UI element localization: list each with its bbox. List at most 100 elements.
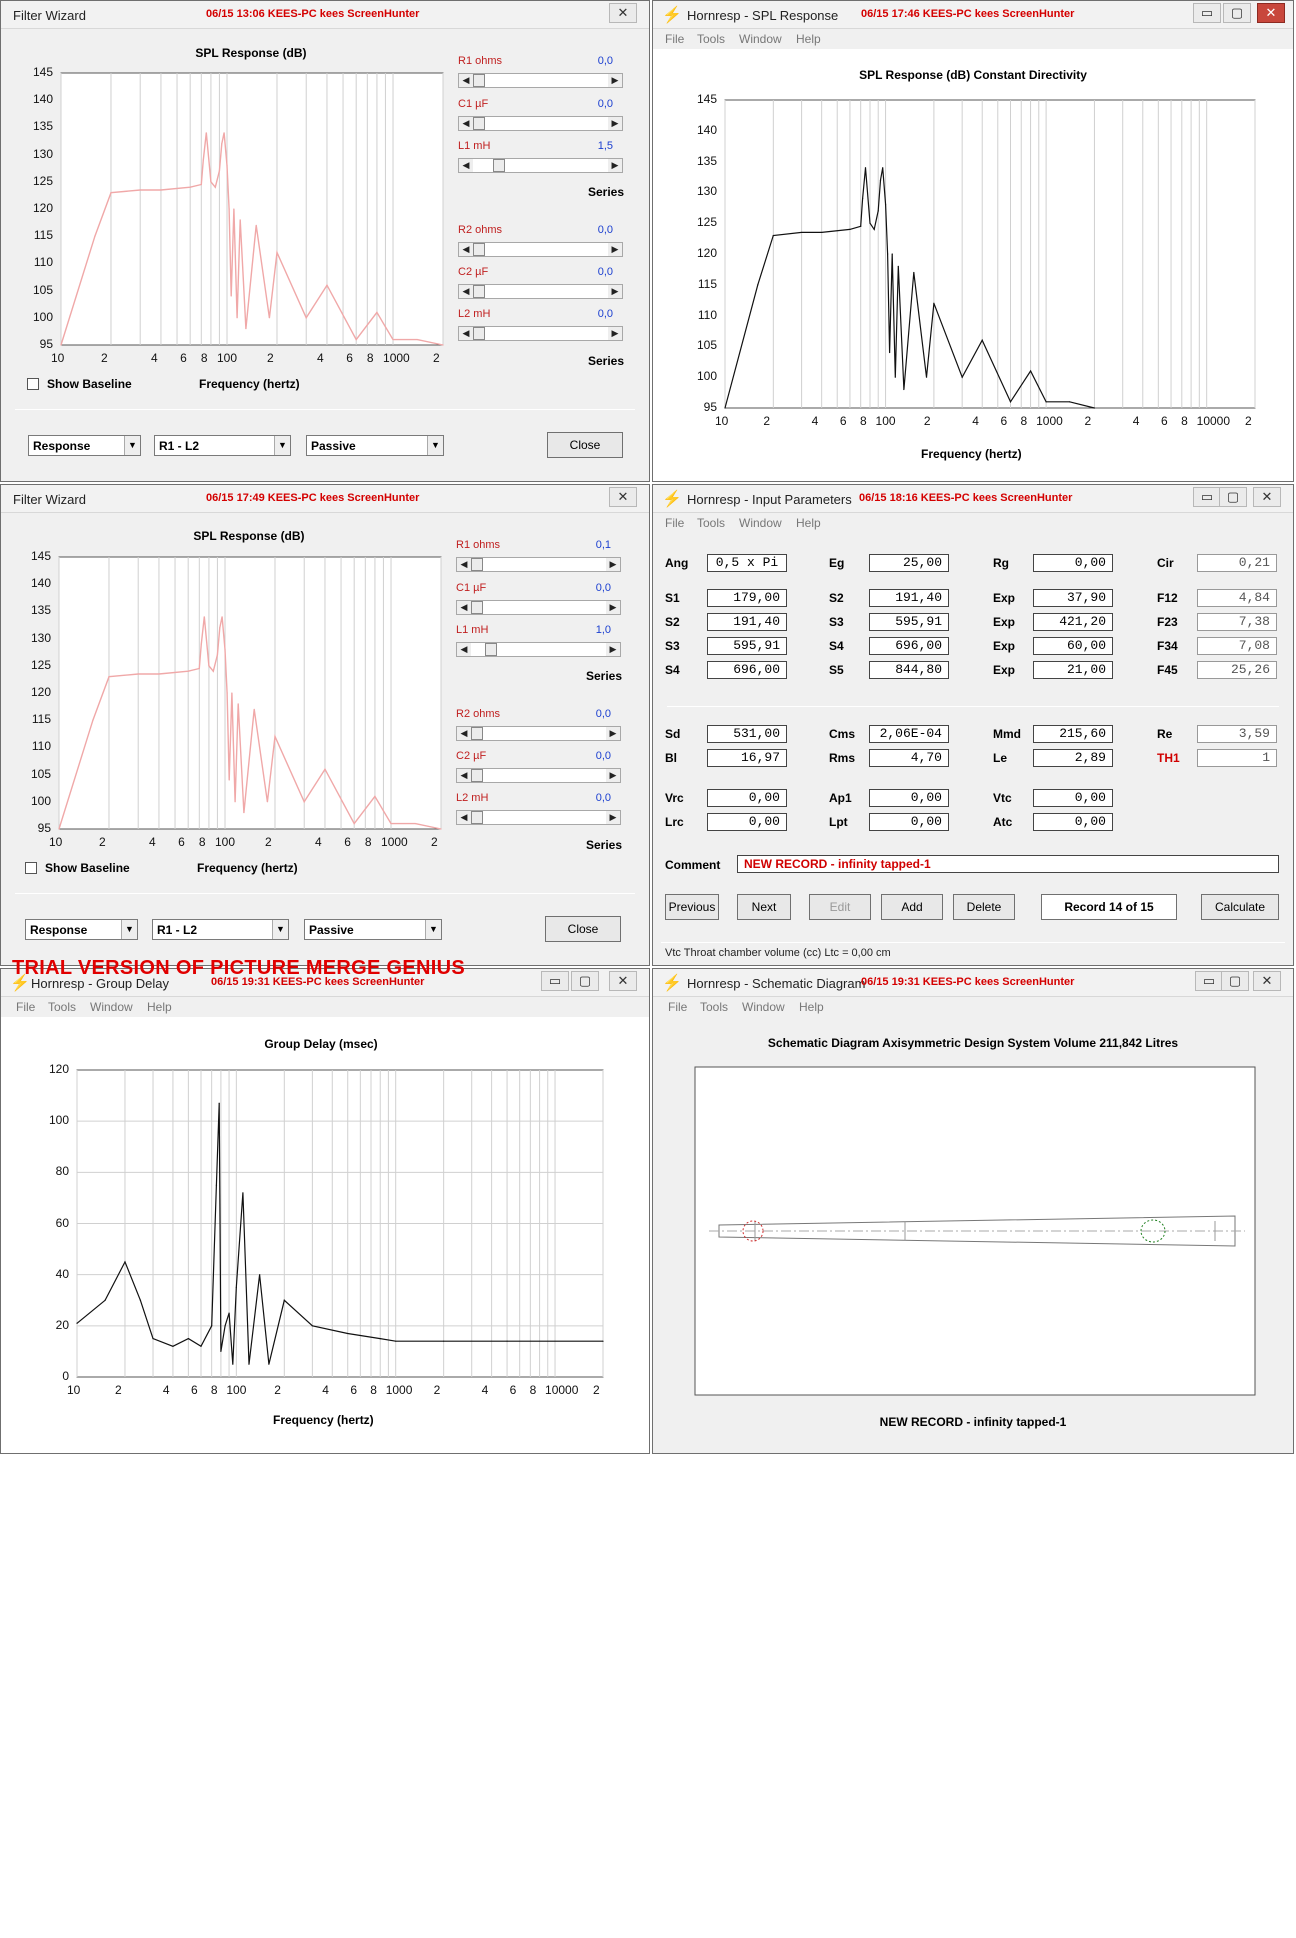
component-select[interactable]: R1 - L2 ▼: [152, 919, 289, 940]
slider-right-arrow-icon[interactable]: ▶: [606, 769, 620, 782]
param-field-vrc[interactable]: 0,00: [707, 789, 787, 807]
param-field-atc[interactable]: 0,00: [1033, 813, 1113, 831]
close-icon[interactable]: ✕: [609, 3, 637, 23]
param-field-lpt[interactable]: 0,00: [869, 813, 949, 831]
param-field-f23[interactable]: 7,38: [1197, 613, 1277, 631]
title-bar[interactable]: ⚡ Hornresp - SPL Response 06/15 17:46 KE…: [653, 1, 1293, 29]
slider-thumb[interactable]: [471, 811, 483, 824]
title-bar[interactable]: ⚡ Hornresp - Input Parameters 06/15 18:1…: [653, 485, 1293, 513]
slider-left-arrow-icon[interactable]: ◀: [459, 74, 473, 87]
response-select[interactable]: Response ▼: [25, 919, 138, 940]
slider-right-arrow-icon[interactable]: ▶: [606, 727, 620, 740]
param-field-s1[interactable]: 179,00: [707, 589, 787, 607]
slider-thumb[interactable]: [473, 327, 485, 340]
param-field-th1[interactable]: 1: [1197, 749, 1277, 767]
slider-left-arrow-icon[interactable]: ◀: [459, 285, 473, 298]
slider-4[interactable]: ◀ ▶: [456, 768, 621, 783]
slider-right-arrow-icon[interactable]: ▶: [608, 285, 622, 298]
slider-3[interactable]: ◀ ▶: [456, 726, 621, 741]
slider-2[interactable]: ◀ ▶: [458, 158, 623, 173]
component-select[interactable]: R1 - L2 ▼: [154, 435, 291, 456]
param-field-s2[interactable]: 191,40: [869, 589, 949, 607]
maximize-icon[interactable]: ▢: [571, 971, 599, 991]
param-field-le[interactable]: 2,89: [1033, 749, 1113, 767]
param-field-ap1[interactable]: 0,00: [869, 789, 949, 807]
response-select[interactable]: Response ▼: [28, 435, 141, 456]
param-field-f12[interactable]: 4,84: [1197, 589, 1277, 607]
filter-type-select[interactable]: Passive ▼: [304, 919, 442, 940]
param-field-rg[interactable]: 0,00: [1033, 554, 1113, 572]
slider-left-arrow-icon[interactable]: ◀: [457, 727, 471, 740]
param-field-mmd[interactable]: 215,60: [1033, 725, 1113, 743]
menu-tools[interactable]: Tools: [697, 32, 725, 46]
slider-right-arrow-icon[interactable]: ▶: [608, 327, 622, 340]
param-field-s4[interactable]: 696,00: [869, 637, 949, 655]
param-field-vtc[interactable]: 0,00: [1033, 789, 1113, 807]
slider-thumb[interactable]: [493, 159, 506, 172]
param-field-exp[interactable]: 37,90: [1033, 589, 1113, 607]
param-field-cir[interactable]: 0,21: [1197, 554, 1277, 572]
slider-left-arrow-icon[interactable]: ◀: [457, 811, 471, 824]
minimize-icon[interactable]: ▭: [1195, 971, 1223, 991]
title-bar[interactable]: Filter Wizard 06/15 13:06 KEES-PC kees S…: [1, 1, 649, 29]
show-baseline-checkbox[interactable]: Show Baseline: [25, 861, 130, 875]
slider-left-arrow-icon[interactable]: ◀: [459, 327, 473, 340]
slider-3[interactable]: ◀ ▶: [458, 242, 623, 257]
slider-thumb[interactable]: [484, 643, 497, 656]
slider-left-arrow-icon[interactable]: ◀: [457, 601, 471, 614]
slider-right-arrow-icon[interactable]: ▶: [608, 243, 622, 256]
param-field-s3[interactable]: 595,91: [707, 637, 787, 655]
param-field-s2[interactable]: 191,40: [707, 613, 787, 631]
param-field-bl[interactable]: 16,97: [707, 749, 787, 767]
param-field-exp[interactable]: 21,00: [1033, 661, 1113, 679]
menu-window[interactable]: Window: [90, 1000, 133, 1014]
menu-help[interactable]: Help: [796, 32, 821, 46]
slider-left-arrow-icon[interactable]: ◀: [457, 558, 471, 571]
slider-1[interactable]: ◀ ▶: [456, 600, 621, 615]
slider-1[interactable]: ◀ ▶: [458, 116, 623, 131]
slider-thumb[interactable]: [473, 285, 485, 298]
slider-right-arrow-icon[interactable]: ▶: [608, 74, 622, 87]
param-field-exp[interactable]: 421,20: [1033, 613, 1113, 631]
slider-thumb[interactable]: [473, 117, 485, 130]
menu-help[interactable]: Help: [147, 1000, 172, 1014]
param-field-ang[interactable]: 0,5 x Pi: [707, 554, 787, 572]
calculate-button[interactable]: Calculate: [1201, 894, 1279, 920]
close-button[interactable]: Close: [545, 916, 621, 942]
slider-2[interactable]: ◀ ▶: [456, 642, 621, 657]
slider-right-arrow-icon[interactable]: ▶: [606, 811, 620, 824]
menu-help[interactable]: Help: [796, 516, 821, 530]
title-bar[interactable]: Filter Wizard 06/15 17:49 KEES-PC kees S…: [1, 485, 649, 513]
menu-window[interactable]: Window: [739, 32, 782, 46]
slider-right-arrow-icon[interactable]: ▶: [606, 601, 620, 614]
slider-0[interactable]: ◀ ▶: [458, 73, 623, 88]
slider-right-arrow-icon[interactable]: ▶: [606, 643, 620, 656]
maximize-icon[interactable]: ▢: [1221, 971, 1249, 991]
slider-thumb[interactable]: [471, 601, 483, 614]
close-icon[interactable]: ✕: [1253, 971, 1281, 991]
param-field-lrc[interactable]: 0,00: [707, 813, 787, 831]
param-field-eg[interactable]: 25,00: [869, 554, 949, 572]
close-icon[interactable]: ✕: [1257, 3, 1285, 23]
param-field-f34[interactable]: 7,08: [1197, 637, 1277, 655]
param-field-sd[interactable]: 531,00: [707, 725, 787, 743]
slider-thumb[interactable]: [473, 74, 485, 87]
menu-window[interactable]: Window: [742, 1000, 785, 1014]
param-field-s3[interactable]: 595,91: [869, 613, 949, 631]
slider-left-arrow-icon[interactable]: ◀: [457, 769, 471, 782]
slider-thumb[interactable]: [473, 243, 485, 256]
slider-left-arrow-icon[interactable]: ◀: [459, 243, 473, 256]
close-icon[interactable]: ✕: [609, 487, 637, 507]
next-button[interactable]: Next: [737, 894, 791, 920]
param-field-rms[interactable]: 4,70: [869, 749, 949, 767]
slider-right-arrow-icon[interactable]: ▶: [608, 117, 622, 130]
menu-file[interactable]: File: [665, 32, 684, 46]
minimize-icon[interactable]: ▭: [1193, 3, 1221, 23]
slider-4[interactable]: ◀ ▶: [458, 284, 623, 299]
title-bar[interactable]: ⚡ Hornresp - Schematic Diagram 06/15 19:…: [653, 969, 1293, 997]
close-icon[interactable]: ✕: [609, 971, 637, 991]
slider-left-arrow-icon[interactable]: ◀: [457, 643, 471, 656]
slider-thumb[interactable]: [471, 769, 483, 782]
edit-button[interactable]: Edit: [809, 894, 871, 920]
slider-0[interactable]: ◀ ▶: [456, 557, 621, 572]
